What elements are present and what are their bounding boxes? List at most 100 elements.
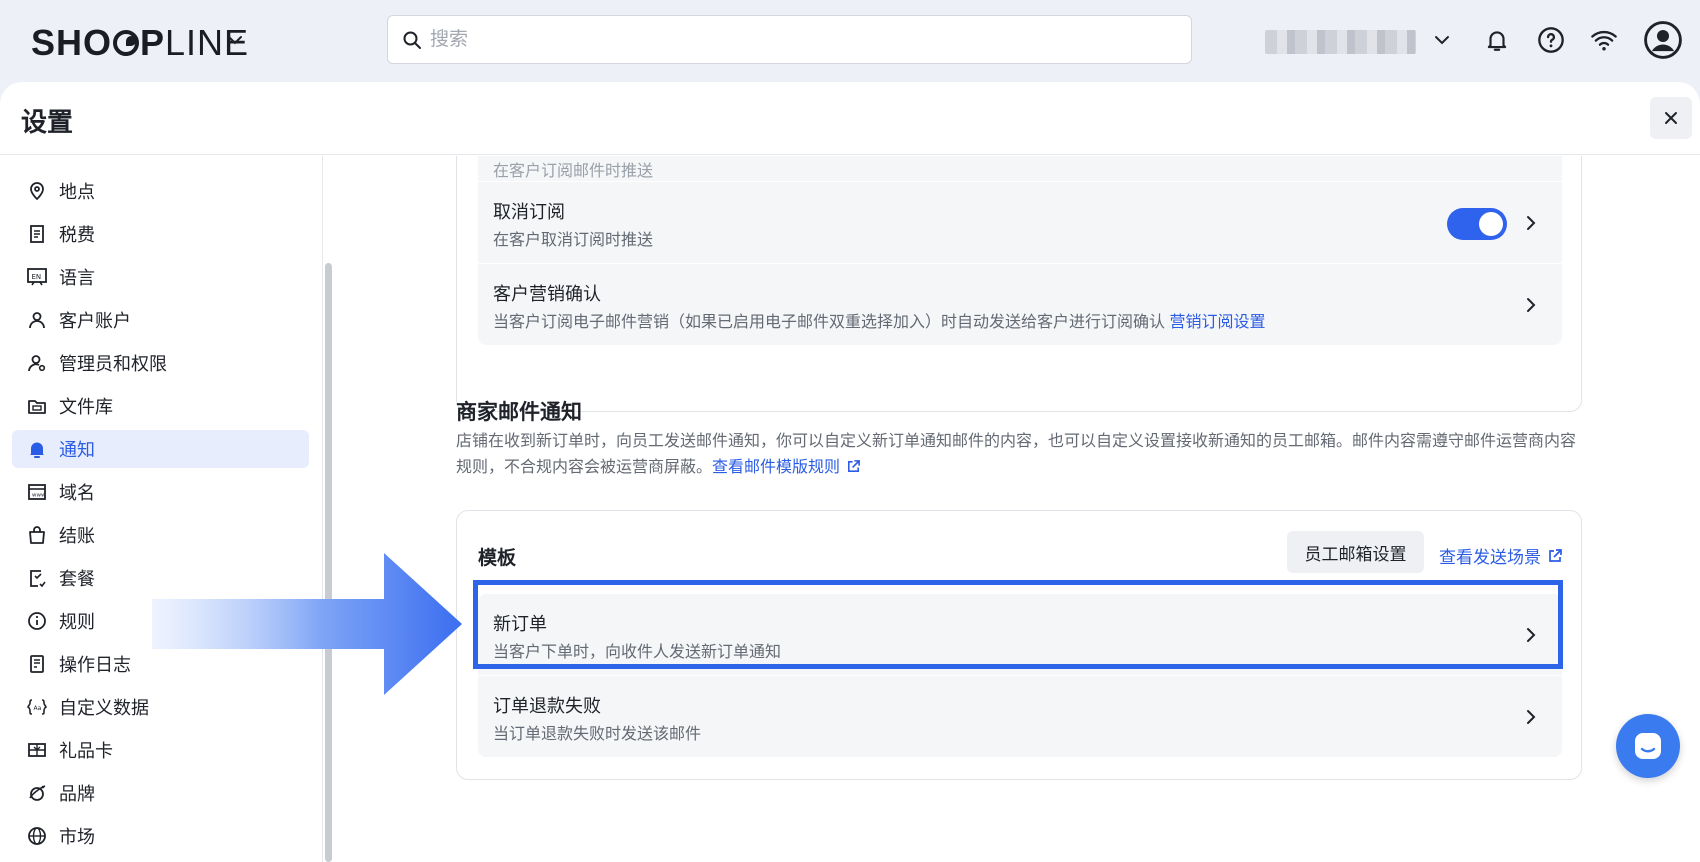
close-icon: [1665, 112, 1677, 124]
panel-header: 设置: [0, 82, 1700, 155]
gift-card-icon: [26, 739, 48, 761]
sidebar-item-cut-off: ▔▔▔▔▔: [26, 156, 96, 168]
row-description: 在客户取消订阅时推送: [493, 232, 654, 249]
external-link-icon: [1549, 548, 1562, 562]
folder-icon: [26, 395, 48, 417]
sidebar-item-language[interactable]: EN 语言: [12, 258, 309, 296]
sidebar-item-label: 管理员和权限: [59, 354, 167, 374]
row-title: 订单退款失败: [493, 696, 601, 716]
help-icon[interactable]: [1535, 24, 1567, 56]
section-description: 店铺在收到新订单时，向员工发送邮件通知，你可以自定义新订单通知邮件的内容，也可以…: [456, 429, 1582, 481]
unsubscribe-toggle[interactable]: [1447, 208, 1507, 240]
sidebar-item-label: 客户账户: [59, 311, 131, 331]
list-item-partial[interactable]: 在客户订阅邮件时推送: [478, 156, 1562, 181]
external-link-icon: [848, 460, 860, 472]
sidebar-item-files[interactable]: 文件库: [12, 387, 309, 425]
store-switch-chevron-down-icon[interactable]: [225, 30, 245, 50]
globe-icon: [26, 825, 48, 847]
list-item-refund-failed[interactable]: 订单退款失败 当订单退款失败时发送该邮件: [478, 676, 1562, 757]
sidebar-item-label: 操作日志: [59, 655, 131, 675]
template-card: 模板 员工邮箱设置 查看发送场景 新订单 当客户下单时，向收件人发送新订单通知 …: [456, 510, 1582, 780]
row-title: 客户营销确认: [493, 284, 601, 304]
view-send-scenarios-link[interactable]: 查看发送场景: [1439, 543, 1563, 568]
sidebar-item-notifications[interactable]: 通知: [12, 430, 309, 468]
sidebar-item-label: 文件库: [59, 397, 113, 417]
log-icon: [26, 653, 48, 675]
bell-icon[interactable]: [1481, 24, 1513, 56]
sidebar-item-plan[interactable]: 套餐: [12, 559, 309, 597]
info-icon: [26, 610, 48, 632]
top-bar: SHO P LINE: [0, 0, 1700, 82]
store-name-blurred[interactable]: [1265, 30, 1416, 54]
chat-icon: [1635, 733, 1661, 759]
plan-icon: [26, 567, 48, 589]
row-description: 当订单退款失败时发送该邮件: [493, 726, 702, 743]
admin-user-icon: [26, 352, 48, 374]
chevron-right-icon[interactable]: [1522, 214, 1540, 232]
email-template-rules-link-text: 查看邮件模版规则: [712, 459, 841, 476]
logo-text-bold: SHO: [31, 22, 113, 63]
svg-text:Aa: Aa: [34, 705, 42, 712]
tax-receipt-icon: [26, 223, 48, 245]
sidebar-item-domains[interactable]: www 域名: [12, 473, 309, 511]
close-button[interactable]: [1650, 97, 1692, 139]
row-description: 在客户订阅邮件时推送: [493, 163, 654, 180]
account-chevron-down-icon[interactable]: [1432, 30, 1452, 50]
email-template-rules-link[interactable]: 查看邮件模版规则: [712, 459, 861, 476]
custom-data-icon: Aa: [26, 696, 48, 718]
sidebar-item-label: 自定义数据: [59, 698, 149, 718]
sidebar-item-label: 通知: [59, 440, 95, 460]
search-box[interactable]: [387, 15, 1192, 64]
sidebar-item-admins[interactable]: 管理员和权限: [12, 344, 309, 382]
sidebar-item-checkout[interactable]: 结账: [12, 516, 309, 554]
marketing-subscription-settings-link[interactable]: 营销订阅设置: [1169, 314, 1265, 331]
sidebar-item-location[interactable]: 地点: [12, 172, 309, 210]
sidebar-item-custom-data[interactable]: Aa 自定义数据: [12, 688, 309, 726]
sidebar-item-markets[interactable]: 市场: [12, 817, 309, 855]
list-item-new-order[interactable]: 新订单 当客户下单时，向收件人发送新订单通知: [478, 594, 1562, 675]
sidebar-item-brand[interactable]: 品牌: [12, 774, 309, 812]
sidebar-item-label: 套餐: [59, 569, 95, 589]
sidebar-item-label: 市场: [59, 827, 95, 847]
main-content: 在客户订阅邮件时推送 取消订阅 在客户取消订阅时推送 客户营销确认 当客户订阅电…: [332, 156, 1700, 862]
search-input[interactable]: [430, 28, 1130, 51]
wifi-icon[interactable]: [1588, 24, 1620, 56]
sidebar-item-customer-accounts[interactable]: 客户账户: [12, 301, 309, 339]
svg-text:www: www: [32, 493, 46, 499]
list-item-unsubscribe[interactable]: 取消订阅 在客户取消订阅时推送: [478, 182, 1562, 263]
sidebar-item-label: 结账: [59, 526, 95, 546]
chevron-right-icon[interactable]: [1522, 296, 1540, 314]
shopline-logo[interactable]: SHO P LINE: [31, 22, 249, 64]
sidebar-item-label: 品牌: [59, 784, 95, 804]
logo-text-p: P: [140, 22, 166, 63]
location-pin-icon: [26, 180, 48, 202]
chevron-right-icon[interactable]: [1522, 626, 1540, 644]
template-card-title: 模板: [478, 548, 517, 569]
sidebar-item-policies[interactable]: 规则: [12, 602, 309, 640]
shopping-bag-icon: [26, 524, 48, 546]
sidebar-scrollbar[interactable]: [325, 263, 332, 862]
settings-panel: 设置 ▔▔▔▔▔ 地点 税费 EN 语言 客户账户 管理员和权限 文件库 通知 …: [0, 82, 1700, 862]
brand-icon: [26, 782, 48, 804]
staff-email-settings-button[interactable]: 员工邮箱设置: [1287, 531, 1424, 573]
row-description: 当客户订阅电子邮件营销（如果已启用电子邮件双重选择加入）时自动发送给客户进行订阅…: [493, 308, 1265, 332]
bell-icon: [26, 438, 48, 460]
row-description-text: 当客户订阅电子邮件营销（如果已启用电子邮件双重选择加入）时自动发送给客户进行订阅…: [493, 314, 1166, 331]
list-item-marketing-confirmation[interactable]: 客户营销确认 当客户订阅电子邮件营销（如果已启用电子邮件双重选择加入）时自动发送…: [478, 264, 1562, 345]
section-description-text: 店铺在收到新订单时，向员工发送邮件通知，你可以自定义新订单通知邮件的内容，也可以…: [456, 433, 1577, 476]
avatar-icon[interactable]: [1644, 21, 1682, 59]
chat-support-button[interactable]: [1616, 714, 1680, 778]
user-icon: [26, 309, 48, 331]
sidebar-item-label: 域名: [59, 483, 95, 503]
language-icon: EN: [26, 266, 48, 288]
sidebar-item-gift-card[interactable]: 礼品卡: [12, 731, 309, 769]
sidebar-item-activity-log[interactable]: 操作日志: [12, 645, 309, 683]
view-send-scenarios-text: 查看发送场景: [1439, 548, 1541, 567]
domain-icon: www: [26, 481, 48, 503]
sidebar-item-label: 税费: [59, 225, 95, 245]
row-description: 当客户下单时，向收件人发送新订单通知: [493, 644, 782, 661]
sidebar-item-tax[interactable]: 税费: [12, 215, 309, 253]
sidebar-item-label: 地点: [59, 182, 95, 202]
logo-o-mark: [113, 30, 140, 56]
chevron-right-icon[interactable]: [1522, 708, 1540, 726]
